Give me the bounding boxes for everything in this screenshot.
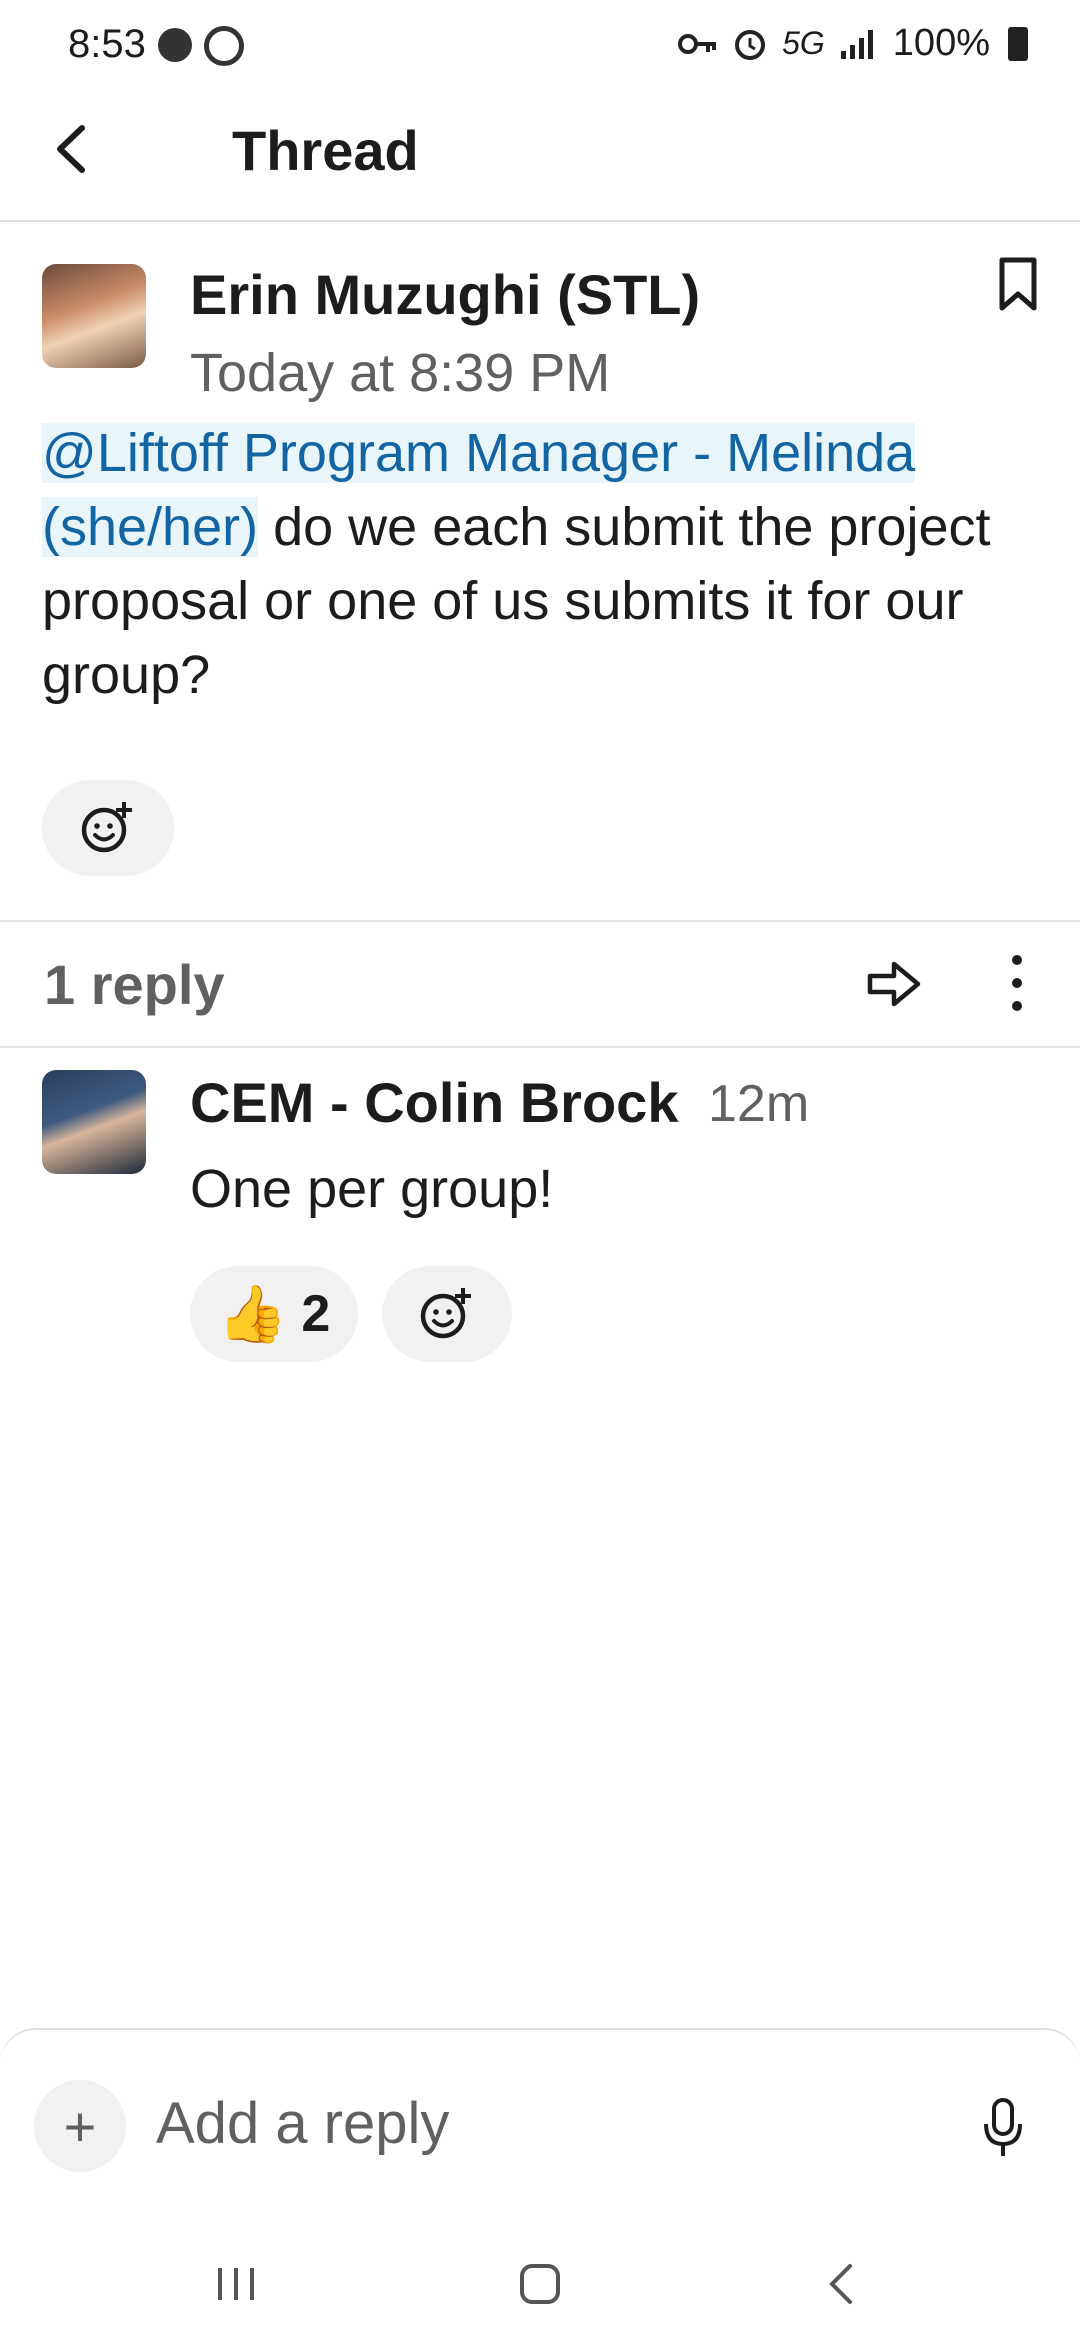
system-back-icon[interactable]: [802, 2244, 882, 2324]
divider: [0, 920, 1080, 922]
battery-label: 100%: [892, 22, 990, 64]
parent-timestamp: Today at 8:39 PM: [190, 343, 611, 403]
divider: [0, 1046, 1080, 1048]
thumbs-up-icon: 👍: [217, 1282, 288, 1345]
thread-header: Thread: [0, 96, 1080, 222]
reaction-thumbs-up[interactable]: 👍 2: [190, 1266, 358, 1362]
more-options-icon[interactable]: [1000, 950, 1034, 1016]
messenger-icon: [158, 28, 192, 62]
network-label: 5G: [782, 25, 825, 61]
add-reaction-button[interactable]: [382, 1266, 512, 1362]
system-nav-bar: [0, 2208, 1080, 2340]
parent-message-text: @Liftoff Program Manager - Melinda (she/…: [42, 416, 1042, 712]
reply-timestamp: 12m: [708, 1075, 810, 1133]
recent-apps-icon[interactable]: [196, 2244, 276, 2324]
share-arrow-icon[interactable]: [864, 954, 924, 1014]
plus-icon: +: [63, 2094, 97, 2158]
battery-icon: [1008, 26, 1028, 61]
avatar-colin[interactable]: [42, 1070, 146, 1174]
parent-author[interactable]: Erin Muzughi (STL): [190, 262, 700, 327]
reply-count: 1 reply: [44, 953, 225, 1016]
add-emoji-icon: [81, 802, 132, 853]
bookmark-icon[interactable]: [996, 256, 1040, 312]
reaction-count: 2: [301, 1285, 331, 1343]
home-icon[interactable]: [500, 2244, 580, 2324]
signal-icon: [840, 29, 873, 59]
reply-text: One per group!: [190, 1159, 554, 1219]
circle-icon: [204, 26, 244, 66]
add-attachment-button[interactable]: +: [34, 2080, 126, 2172]
reply-composer: +: [0, 2028, 1080, 2210]
page-title: Thread: [232, 119, 419, 182]
status-time: 8:53: [68, 22, 146, 66]
avatar-erin[interactable]: [42, 264, 146, 368]
alarm-icon: [735, 29, 766, 60]
reply-input[interactable]: [156, 2090, 916, 2157]
status-bar: 8:53 5G 100%: [0, 0, 1080, 96]
reply-author[interactable]: CEM - Colin Brock: [190, 1070, 678, 1135]
back-arrow-icon[interactable]: [40, 116, 106, 182]
status-right: 5G 100%: [678, 22, 1028, 65]
key-icon: [678, 33, 717, 54]
add-emoji-icon: [420, 1288, 471, 1339]
add-reaction-button[interactable]: [42, 780, 174, 876]
microphone-icon[interactable]: [980, 2096, 1026, 2160]
